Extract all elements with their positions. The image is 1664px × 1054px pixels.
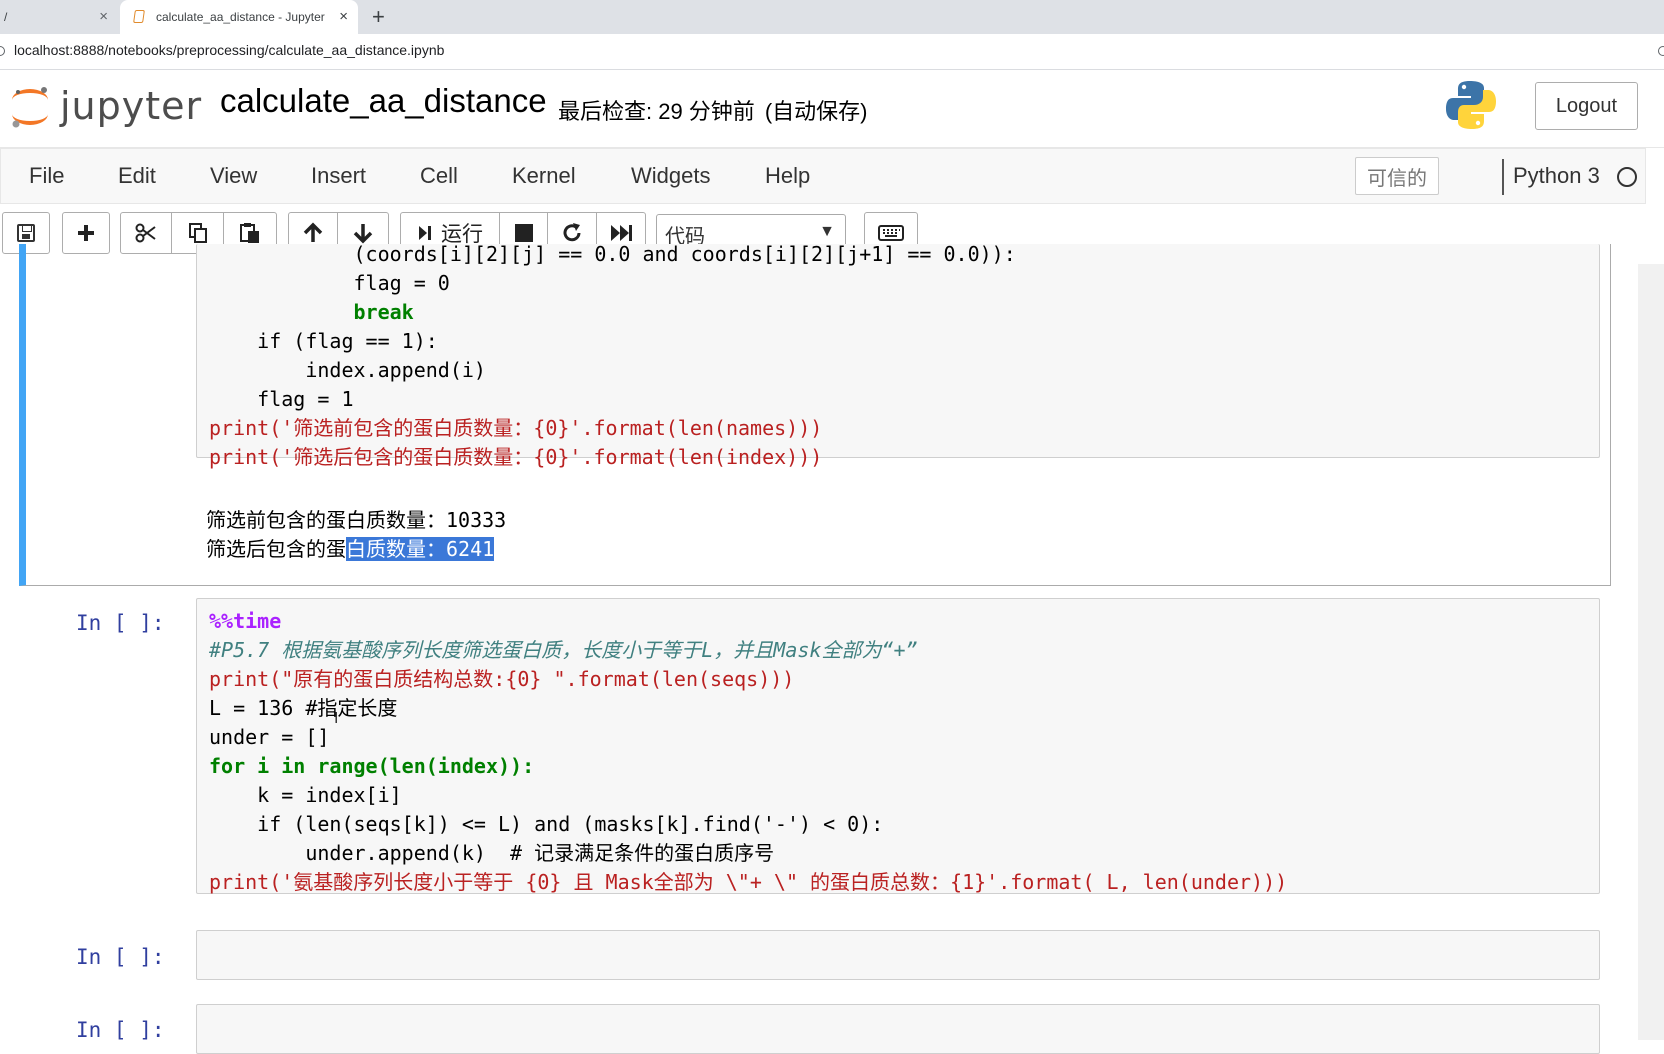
code-line: L = 136 #指定长度 (209, 696, 398, 720)
browser-tab-active[interactable]: calculate_aa_distance - Jupyter Notebook… (120, 0, 358, 34)
save-icon (17, 224, 35, 242)
keyboard-icon (878, 225, 904, 241)
code-line: if (len(seqs[k]) <= L) and (masks[k].fin… (209, 812, 884, 836)
code-line: print('氨基酸序列长度小于等于 {0} 且 Mask全部为 \"+ \" … (209, 870, 1288, 894)
code-input-area[interactable]: %%time #P5.7 根据氨基酸序列长度筛选蛋白质，长度小于等于L，并且Ma… (196, 598, 1600, 894)
code-input-area[interactable] (196, 1004, 1600, 1054)
code-line: index.append(i) (209, 358, 486, 382)
kernel-idle-icon (1617, 167, 1637, 187)
cell-prompt: In [ ]: (76, 945, 165, 969)
address-bar[interactable]: localhost:8888/notebooks/preprocessing/c… (0, 34, 1664, 70)
tab-title: calculate_aa_distance - Jupyter Notebook (156, 10, 328, 24)
code-line: %%time (209, 609, 282, 633)
tab-title: / (4, 10, 8, 24)
python-logo-icon (1446, 81, 1496, 129)
notebook-container: (coords[i][2][j] == 0.0 and coords[i][2]… (0, 242, 1664, 1054)
browser-tab-previous[interactable]: / × (0, 0, 118, 34)
autosave-status: (自动保存) (764, 99, 868, 124)
code-line: flag = 0 (209, 271, 450, 295)
menu-help[interactable]: Help (765, 163, 810, 189)
cut-icon (135, 223, 156, 243)
jupyter-logo-icon (12, 87, 48, 128)
jupyter-logo-text: jupyter (60, 84, 203, 128)
scrollbar[interactable] (1638, 264, 1664, 1040)
menu-kernel[interactable]: Kernel (512, 163, 576, 189)
code-editor[interactable]: (coords[i][2][j] == 0.0 and coords[i][2]… (209, 240, 1016, 472)
kernel-separator (1502, 159, 1504, 195)
code-line: under.append(k) # 记录满足条件的蛋白质序号 (209, 841, 775, 865)
code-input-area[interactable] (196, 930, 1600, 980)
jupyter-logo[interactable]: jupyter (8, 78, 201, 136)
dropdown-caret-icon: ▼ (819, 223, 835, 240)
cell-output: 筛选前包含的蛋白质数量：10333 筛选后包含的蛋白质数量：6241 (206, 506, 506, 564)
menu-file[interactable]: File (29, 163, 64, 189)
code-input-area[interactable]: (coords[i][2][j] == 0.0 and coords[i][2]… (196, 242, 1600, 469)
text-cursor-icon: I (334, 710, 339, 727)
browser-tab-strip: / × calculate_aa_distance - Jupyter Note… (0, 0, 1664, 34)
close-tab-icon[interactable]: × (99, 8, 108, 25)
close-tab-icon[interactable]: × (339, 8, 348, 25)
checkpoint-time: 最后检查: 29 分钟前 (558, 99, 755, 124)
copy-icon (188, 223, 207, 243)
trusted-indicator[interactable]: 可信的 (1355, 157, 1439, 195)
code-line: (coords[i][2][j] == 0.0 and coords[i][2]… (209, 242, 1016, 266)
output-line: 筛选后包含的蛋 (206, 537, 346, 561)
code-line: under = [] (209, 725, 330, 749)
menu-edit[interactable]: Edit (118, 163, 156, 189)
url-text[interactable]: localhost:8888/notebooks/preprocessing/c… (14, 42, 444, 58)
menubar: File Edit View Insert Cell Kernel Widget… (0, 148, 1646, 204)
output-line: 筛选前包含的蛋白质数量：10333 (206, 508, 507, 532)
code-line: print('筛选前包含的蛋白质数量：{0}'.format(len(names… (209, 416, 823, 440)
code-line: for i in range(len(index)): (209, 754, 535, 778)
menu-view[interactable]: View (210, 163, 257, 189)
selected-output-text[interactable]: 白质数量：6241 (346, 537, 495, 561)
code-line: if (flag == 1): (209, 329, 438, 353)
cell-prompt: In [ ]: (76, 611, 165, 635)
checkpoint-status: 最后检查: 29 分钟前 (自动保存) (558, 94, 867, 126)
code-line: #P5.7 根据氨基酸序列长度筛选蛋白质，长度小于等于L，并且Mask全部为“+… (209, 638, 918, 662)
menu-cell[interactable]: Cell (420, 163, 458, 189)
kernel-name[interactable]: Python 3 (1513, 163, 1600, 189)
notebook-title[interactable]: calculate_aa_distance (220, 82, 547, 120)
code-line: print('筛选后包含的蛋白质数量：{0}'.format(len(index… (209, 445, 823, 469)
code-line: print("原有的蛋白质结构总数:{0} ".format(len(seqs)… (209, 667, 795, 691)
jupyter-header: jupyter calculate_aa_distance 最后检查: 29 分… (0, 70, 1664, 148)
notebook-favicon-icon (133, 10, 145, 23)
plus-icon (78, 225, 94, 241)
code-line: break (209, 300, 414, 324)
menu-insert[interactable]: Insert (311, 163, 366, 189)
logout-button[interactable]: Logout (1535, 82, 1638, 130)
browser-extension-icon[interactable] (1658, 46, 1664, 56)
cell-prompt: In [ ]: (76, 1018, 165, 1042)
code-editor[interactable]: %%time #P5.7 根据氨基酸序列长度筛选蛋白质，长度小于等于L，并且Ma… (209, 607, 1287, 897)
code-line: k = index[i] (209, 783, 402, 807)
site-info-icon[interactable] (0, 46, 5, 56)
code-line: flag = 1 (209, 387, 354, 411)
menu-widgets[interactable]: Widgets (631, 163, 710, 189)
new-tab-button[interactable]: + (372, 4, 385, 30)
